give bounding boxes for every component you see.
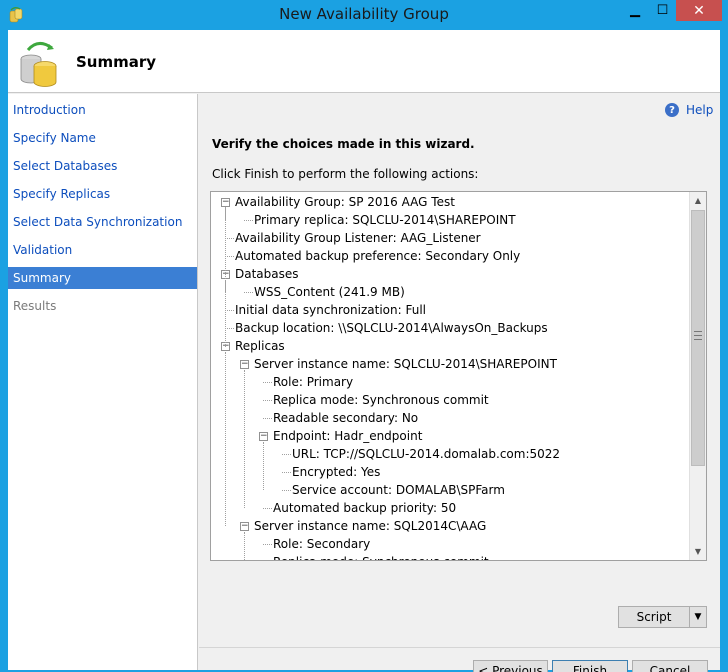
tree-connector: [225, 256, 234, 257]
wizard-client-area: Summary Introduction Specify Name Select…: [8, 30, 720, 672]
title-bar[interactable]: New Availability Group ▁ ☐ ✕: [0, 0, 728, 30]
tree-root-guide-line: [225, 207, 226, 347]
tree-connector: [263, 400, 272, 401]
wizard-header: Summary: [8, 30, 720, 93]
tree-connector: [263, 382, 272, 383]
nav-item-summary[interactable]: Summary: [8, 267, 197, 289]
tree-connector: [225, 328, 234, 329]
help-link[interactable]: ? Help: [665, 103, 713, 117]
nav-item-specify-replicas[interactable]: Specify Replicas: [8, 183, 197, 205]
nav-item-specify-name[interactable]: Specify Name: [8, 127, 197, 149]
nav-item-select-databases[interactable]: Select Databases: [8, 155, 197, 177]
tree-collapse-icon[interactable]: −: [240, 360, 249, 369]
scroll-up-icon[interactable]: ▲: [690, 192, 706, 209]
tree-connector: [244, 292, 253, 293]
tree-guide-line: [263, 442, 264, 490]
tree-node[interactable]: Databases: [235, 265, 299, 283]
close-button[interactable]: ✕: [676, 0, 722, 21]
tree-node[interactable]: Replica mode: Synchronous commit: [273, 553, 489, 560]
grip-icon: [694, 331, 702, 340]
scroll-down-icon[interactable]: ▼: [690, 543, 706, 560]
scrollbar-thumb[interactable]: [691, 210, 705, 466]
script-dropdown-icon[interactable]: ▼: [689, 606, 707, 628]
tree-connector: [282, 454, 291, 455]
nav-item-introduction[interactable]: Introduction: [8, 99, 197, 121]
tree-node[interactable]: URL: TCP://SQLCLU-2014.domalab.com:5022: [292, 445, 560, 463]
maximize-button[interactable]: ☐: [649, 0, 676, 21]
tree-node[interactable]: Replica mode: Synchronous commit: [273, 391, 489, 409]
vertical-scrollbar[interactable]: ▲ ▼: [689, 192, 706, 560]
tree-connector: [282, 472, 291, 473]
nav-item-select-data-synchronization[interactable]: Select Data Synchronization: [8, 211, 197, 233]
instruction-text: Click Finish to perform the following ac…: [212, 167, 479, 181]
tree-node[interactable]: Server instance name: SQLCLU-2014\SHAREP…: [254, 355, 557, 373]
finish-button[interactable]: Finish: [552, 660, 628, 672]
tree-node[interactable]: Role: Primary: [273, 373, 353, 391]
tree-node[interactable]: Initial data synchronization: Full: [235, 301, 426, 319]
tree-node[interactable]: Backup location: \\SQLCLU-2014\AlwaysOn_…: [235, 319, 548, 337]
tree-node[interactable]: Replicas: [235, 337, 285, 355]
tree-guide-line: [244, 532, 245, 560]
tree-connector: [263, 508, 272, 509]
tree-node[interactable]: Service account: DOMALAB\SPFarm: [292, 481, 505, 499]
tree-connector: [263, 418, 272, 419]
tree-connector: [263, 544, 272, 545]
tree-node[interactable]: Role: Secondary: [273, 535, 370, 553]
tree-node[interactable]: Primary replica: SQLCLU-2014\SHAREPOINT: [254, 211, 516, 229]
cancel-button[interactable]: Cancel: [632, 660, 708, 672]
tree-node[interactable]: Automated backup priority: 50: [273, 499, 456, 517]
tree-node[interactable]: Encrypted: Yes: [292, 463, 380, 481]
tree-node[interactable]: Readable secondary: No: [273, 409, 418, 427]
wizard-content: ? Help Verify the choices made in this w…: [199, 94, 720, 672]
tree-guide-line: [225, 352, 226, 526]
tree-collapse-icon[interactable]: −: [259, 432, 268, 441]
nav-item-results: Results: [13, 299, 57, 313]
tree-collapse-icon[interactable]: −: [240, 522, 249, 531]
wizard-window: New Availability Group ▁ ☐ ✕ Summary Int…: [0, 0, 728, 672]
help-label: Help: [686, 103, 714, 117]
summary-tree[interactable]: − Availability Group: SP 2016 AAG Test Pri…: [210, 191, 707, 561]
tree-connector: [225, 238, 234, 239]
nav-item-validation[interactable]: Validation: [8, 239, 197, 261]
tree-connector: [244, 220, 253, 221]
tree-connector: [282, 490, 291, 491]
verify-heading: Verify the choices made in this wizard.: [212, 137, 475, 151]
tree-connector: [225, 310, 234, 311]
wizard-nav-sidebar: Introduction Specify Name Select Databas…: [8, 94, 198, 670]
database-sync-icon: [20, 42, 57, 87]
tree-node[interactable]: Server instance name: SQL2014C\AAG: [254, 517, 486, 535]
page-title: Summary: [76, 53, 157, 71]
tree-node[interactable]: Availability Group Listener: AAG_Listene…: [235, 229, 481, 247]
tree-node[interactable]: Automated backup preference: Secondary O…: [235, 247, 520, 265]
tree-node[interactable]: Availability Group: SP 2016 AAG Test: [235, 193, 455, 211]
previous-button[interactable]: < Previous: [473, 660, 548, 672]
help-icon: ?: [665, 103, 679, 117]
minimize-button[interactable]: ▁: [621, 0, 649, 21]
script-button[interactable]: Script: [618, 606, 690, 628]
window-title: New Availability Group: [279, 5, 449, 23]
tree-guide-line: [244, 370, 245, 508]
tree-node[interactable]: Endpoint: Hadr_endpoint: [273, 427, 422, 445]
tree-node[interactable]: WSS_Content (241.9 MB): [254, 283, 405, 301]
footer-separator: [199, 647, 720, 648]
tree-collapse-icon[interactable]: −: [221, 198, 230, 207]
